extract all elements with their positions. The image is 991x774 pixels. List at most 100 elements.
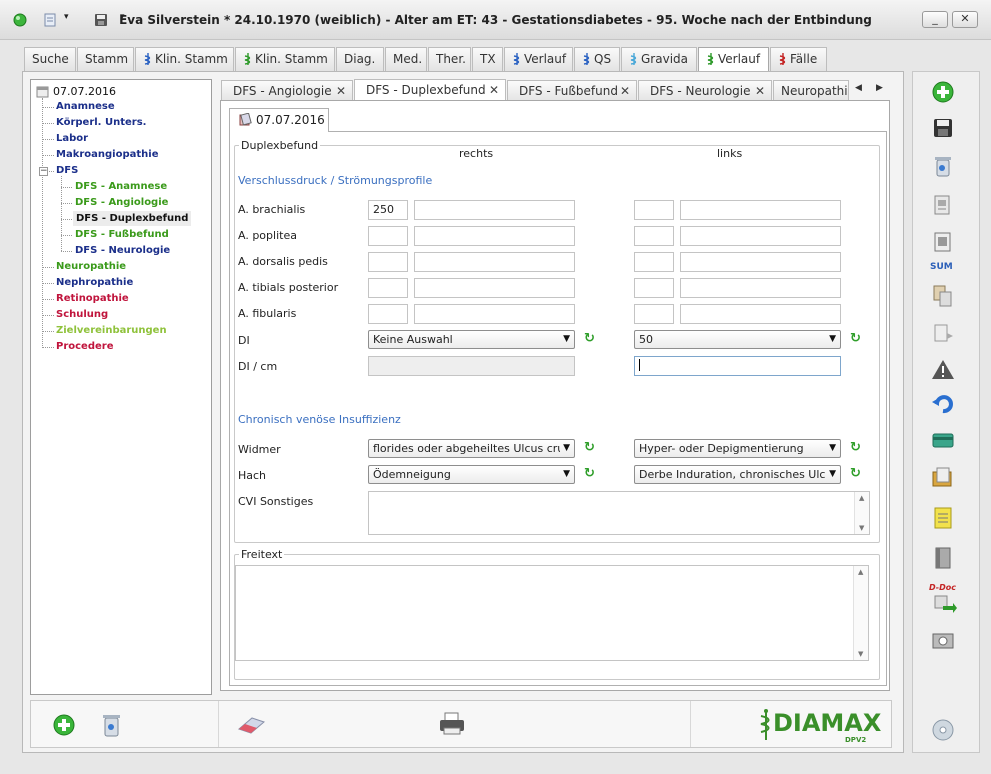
tab-scroll-right-icon[interactable]: ▶ [876,83,883,93]
date-tab[interactable]: 07.07.2016 [229,108,329,132]
tab-klin-stamm[interactable]: Klin. Stamm [135,47,234,72]
refresh-icon[interactable]: ↻ [584,466,595,481]
refresh-icon[interactable]: ↻ [584,331,595,346]
tab-gravida[interactable]: Gravida [621,47,697,72]
refresh-icon[interactable]: ↻ [850,331,861,346]
cd-icon[interactable] [929,716,957,744]
scroll-down-icon[interactable]: ▼ [859,524,864,532]
widmer-right-select[interactable]: florides oder abgeheiltes Ulcus cruris ▼ [368,439,575,458]
close-tab-icon[interactable]: ✕ [620,81,630,101]
card-icon[interactable] [929,426,957,454]
summary-icon[interactable] [929,230,957,258]
undo-icon[interactable] [929,390,957,418]
tab-qs[interactable]: QS [574,47,620,72]
notes-icon[interactable] [929,504,957,532]
scrollbar[interactable]: ▲ ▼ [854,492,869,534]
add-entry-icon[interactable] [51,712,79,740]
ddoc-send-icon[interactable] [929,588,957,616]
tree-item-koerperl-unters[interactable]: Körperl. Unters. [56,117,146,128]
hach-right-select[interactable]: Ödemneigung ▼ [368,465,575,484]
widmer-left-select[interactable]: Hyper- oder Depigmentierung ▼ [634,439,841,458]
tree-item-anamnese[interactable]: Anamnese [56,101,115,112]
brachialis-left-note[interactable] [680,200,841,220]
brachialis-right-note[interactable] [414,200,575,220]
dorsalis-pedis-left-value[interactable] [634,252,674,272]
doc-tab-neurologie[interactable]: DFS - Neurologie ✕ [638,80,772,101]
tree-item-dfs-duplexbefund[interactable]: DFS - Duplexbefund [73,211,192,226]
refresh-icon[interactable]: ↻ [850,466,861,481]
tree-item-dfs[interactable]: DFS [56,165,78,176]
scroll-down-icon[interactable]: ▼ [858,650,863,658]
doc-tab-angiologie[interactable]: DFS - Angiologie ✕ [221,80,353,101]
add-icon[interactable] [929,78,957,106]
close-tab-icon[interactable]: ✕ [489,80,499,100]
delete-entry-icon[interactable] [97,710,127,740]
tibialis-posterior-right-note[interactable] [414,278,575,298]
tibialis-posterior-left-value[interactable] [634,278,674,298]
warning-icon[interactable] [929,356,957,384]
tree-item-nephropathie[interactable]: Nephropathie [56,277,133,288]
tree-item-dfs-anamnese[interactable]: DFS - Anamnese [75,181,167,192]
refresh-icon[interactable]: ↻ [584,440,595,455]
freitext-textarea[interactable]: ▲ ▼ [235,565,869,661]
fibularis-left-value[interactable] [634,304,674,324]
hach-left-select[interactable]: Derbe Induration, chronisches Ulcus ▼ [634,465,841,484]
dorsalis-pedis-right-value[interactable] [368,252,408,272]
tab-diag[interactable]: Diag. [336,47,384,72]
tab-verlauf-active[interactable]: Verlauf [698,47,769,73]
dorsalis-pedis-left-note[interactable] [680,252,841,272]
tab-verlauf-blue[interactable]: Verlauf [504,47,573,72]
tab-tx[interactable]: TX [472,47,503,72]
tree-item-neuropathie[interactable]: Neuropathie [56,261,126,272]
tab-suche[interactable]: Suche [24,47,76,72]
refresh-icon[interactable]: ↻ [850,440,861,455]
doc-tab-duplexbefund[interactable]: DFS - Duplexbefund ✕ [354,79,506,101]
tab-faelle[interactable]: Fälle [770,47,827,72]
doc-tab-fussbefund[interactable]: DFS - Fußbefund ✕ [507,80,637,101]
close-tab-icon[interactable]: ✕ [336,81,346,101]
tibialis-posterior-right-value[interactable] [368,278,408,298]
di-left-select[interactable]: 50 ▼ [634,330,841,349]
dfs-collapse-toggle[interactable]: − [39,167,48,176]
tree-item-procedere[interactable]: Procedere [56,341,114,352]
di-right-select[interactable]: Keine Auswahl ▼ [368,330,575,349]
delete-icon[interactable] [929,152,957,180]
tab-stamm[interactable]: Stamm [77,47,134,72]
print-icon[interactable] [436,711,468,737]
book-icon[interactable] [929,544,957,572]
scroll-up-icon[interactable]: ▲ [859,494,864,502]
tree-item-schulung[interactable]: Schulung [56,309,108,320]
tab-ther[interactable]: Ther. [428,47,471,72]
export-icon[interactable] [929,320,957,348]
poplitea-left-value[interactable] [634,226,674,246]
brachialis-left-value[interactable] [634,200,674,220]
minimize-button[interactable]: _ [922,11,948,28]
poplitea-left-note[interactable] [680,226,841,246]
doc-tab-neuropathie[interactable]: Neuropathie [773,80,849,101]
save-icon[interactable] [929,114,957,142]
scanner-icon[interactable] [929,626,957,654]
eraser-icon[interactable] [236,713,268,735]
brachialis-right-value[interactable]: 250 [368,200,408,220]
tree-item-retinopathie[interactable]: Retinopathie [56,293,129,304]
tree-root[interactable]: 07.07.2016 [53,85,116,98]
poplitea-right-note[interactable] [414,226,575,246]
tab-med[interactable]: Med. [385,47,427,72]
tree-item-zielvereinbarungen[interactable]: Zielvereinbarungen [56,325,167,336]
close-tab-icon[interactable]: ✕ [755,81,765,101]
scroll-up-icon[interactable]: ▲ [858,568,863,576]
tree-item-dfs-angiologie[interactable]: DFS - Angiologie [75,197,168,208]
document-view-icon[interactable] [929,192,957,220]
tree-item-dfs-fussbefund[interactable]: DFS - Fußbefund [75,229,169,240]
dorsalis-pedis-right-note[interactable] [414,252,575,272]
scrollbar[interactable]: ▲ ▼ [853,566,868,660]
folder-icon[interactable] [929,464,957,492]
tibialis-posterior-left-note[interactable] [680,278,841,298]
cvi-sonstiges-textarea[interactable]: ▲ ▼ [368,491,870,535]
di-cm-left-field[interactable] [634,356,841,376]
close-button[interactable]: ✕ [952,11,978,28]
tree-item-labor[interactable]: Labor [56,133,88,144]
fibularis-right-value[interactable] [368,304,408,324]
fibularis-right-note[interactable] [414,304,575,324]
tab-klin-stamm-2[interactable]: Klin. Stamm [235,47,335,72]
